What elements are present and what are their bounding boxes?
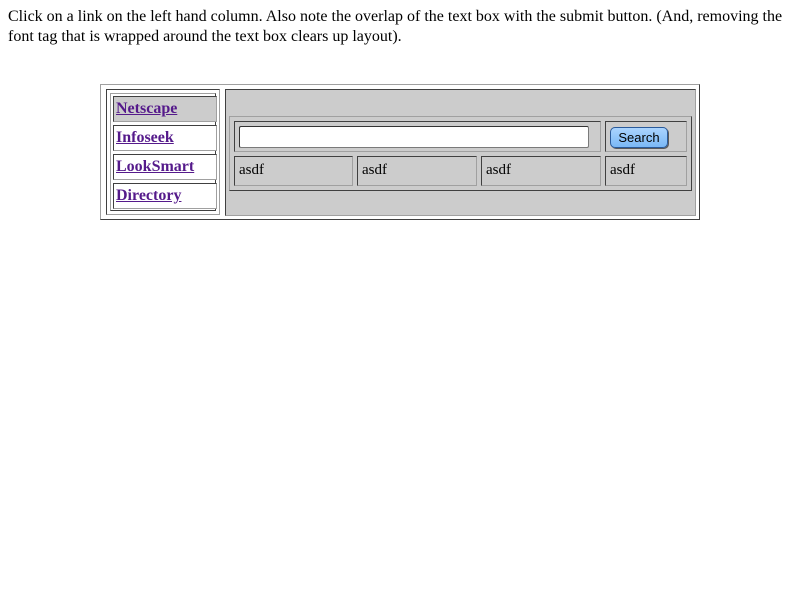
- directory-link[interactable]: Directory: [116, 187, 181, 205]
- result-text: asdf: [239, 162, 264, 178]
- layout-table: Netscape Infoseek LookSmart Directory Se…: [100, 84, 700, 220]
- sidebar-links-table: Netscape Infoseek LookSmart Directory: [110, 93, 217, 211]
- instructions-text: Click on a link on the left hand column.…: [8, 8, 783, 45]
- looksmart-link[interactable]: LookSmart: [116, 158, 194, 176]
- search-input[interactable]: [239, 126, 589, 148]
- infoseek-link[interactable]: Infoseek: [116, 129, 174, 147]
- search-button[interactable]: Search: [610, 127, 668, 148]
- sidebar-item-looksmart: LookSmart: [113, 154, 217, 180]
- result-text: asdf: [486, 162, 511, 178]
- result-cell-4: asdf: [605, 156, 687, 186]
- search-button-cell: Search: [605, 121, 687, 152]
- result-text: asdf: [362, 162, 387, 178]
- result-cell-2: asdf: [357, 156, 477, 186]
- sidebar-item-directory: Directory: [113, 183, 217, 209]
- sidebar-item-infoseek: Infoseek: [113, 125, 217, 151]
- result-cell-3: asdf: [481, 156, 601, 186]
- netscape-link[interactable]: Netscape: [116, 100, 177, 118]
- result-cell-1: asdf: [234, 156, 353, 186]
- sidebar-item-netscape: Netscape: [113, 96, 217, 122]
- result-text: asdf: [610, 162, 635, 178]
- main-content-cell: Search asdf asdf asdf asdf: [225, 89, 696, 216]
- search-form-table: Search asdf asdf asdf asdf: [229, 116, 692, 191]
- search-input-cell: [234, 121, 601, 152]
- sidebar-cell: Netscape Infoseek LookSmart Directory: [106, 89, 220, 215]
